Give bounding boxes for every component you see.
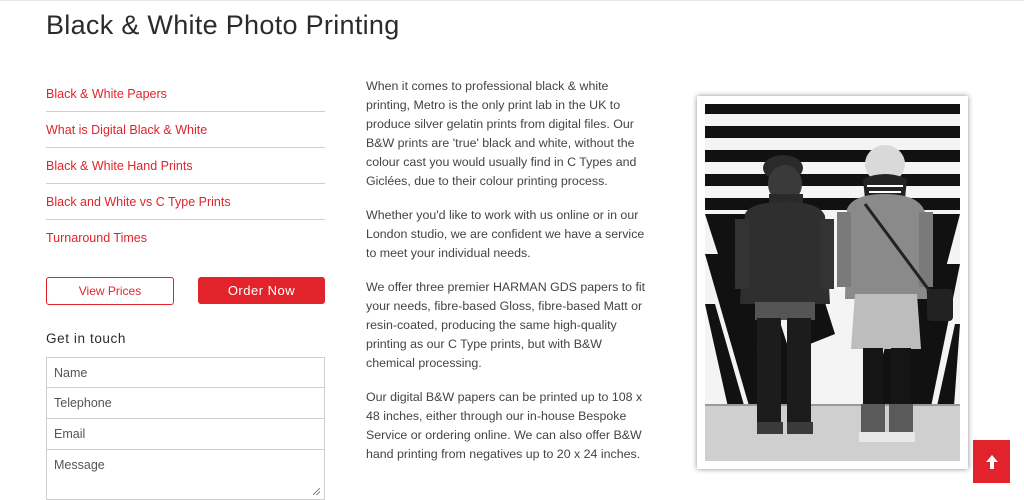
message-placeholder: Message bbox=[54, 458, 105, 472]
sidebar-item-bw-vs-c-type[interactable]: Black and White vs C Type Prints bbox=[46, 184, 325, 220]
bw-photo-image bbox=[705, 104, 960, 461]
main-content: When it comes to professional black & wh… bbox=[366, 77, 648, 479]
sidebar-item-turnaround-times[interactable]: Turnaround Times bbox=[46, 220, 325, 255]
page-title: Black & White Photo Printing bbox=[46, 10, 400, 40]
sidebar-item-black-white-papers[interactable]: Black & White Papers bbox=[46, 76, 325, 112]
telephone-field[interactable]: Telephone bbox=[46, 388, 325, 419]
content-paragraph: When it comes to professional black & wh… bbox=[366, 79, 637, 188]
view-prices-button[interactable]: View Prices bbox=[46, 277, 174, 305]
order-now-button[interactable]: Order Now bbox=[198, 277, 325, 304]
arrow-up-icon bbox=[985, 454, 998, 469]
message-field[interactable]: Message bbox=[46, 450, 325, 500]
content-paragraph: Our digital B&W papers can be printed up… bbox=[366, 390, 643, 461]
sidebar-nav: Black & White Papers What is Digital Bla… bbox=[46, 76, 325, 255]
sidebar-item-hand-prints[interactable]: Black & White Hand Prints bbox=[46, 148, 325, 184]
top-divider bbox=[0, 0, 1024, 1]
sidebar-item-digital-black-white[interactable]: What is Digital Black & White bbox=[46, 112, 325, 148]
contact-form: Name Telephone Email Message bbox=[46, 357, 325, 500]
email-field[interactable]: Email bbox=[46, 419, 325, 450]
content-paragraph: We offer three premier HARMAN GDS papers… bbox=[366, 280, 646, 370]
scroll-to-top-button[interactable] bbox=[973, 440, 1010, 483]
resize-handle-icon[interactable] bbox=[313, 488, 320, 495]
name-field[interactable]: Name bbox=[46, 357, 325, 388]
contact-heading: Get in touch bbox=[46, 331, 126, 346]
photo-frame bbox=[697, 96, 968, 469]
content-paragraph: Whether you'd like to work with us onlin… bbox=[366, 208, 645, 260]
